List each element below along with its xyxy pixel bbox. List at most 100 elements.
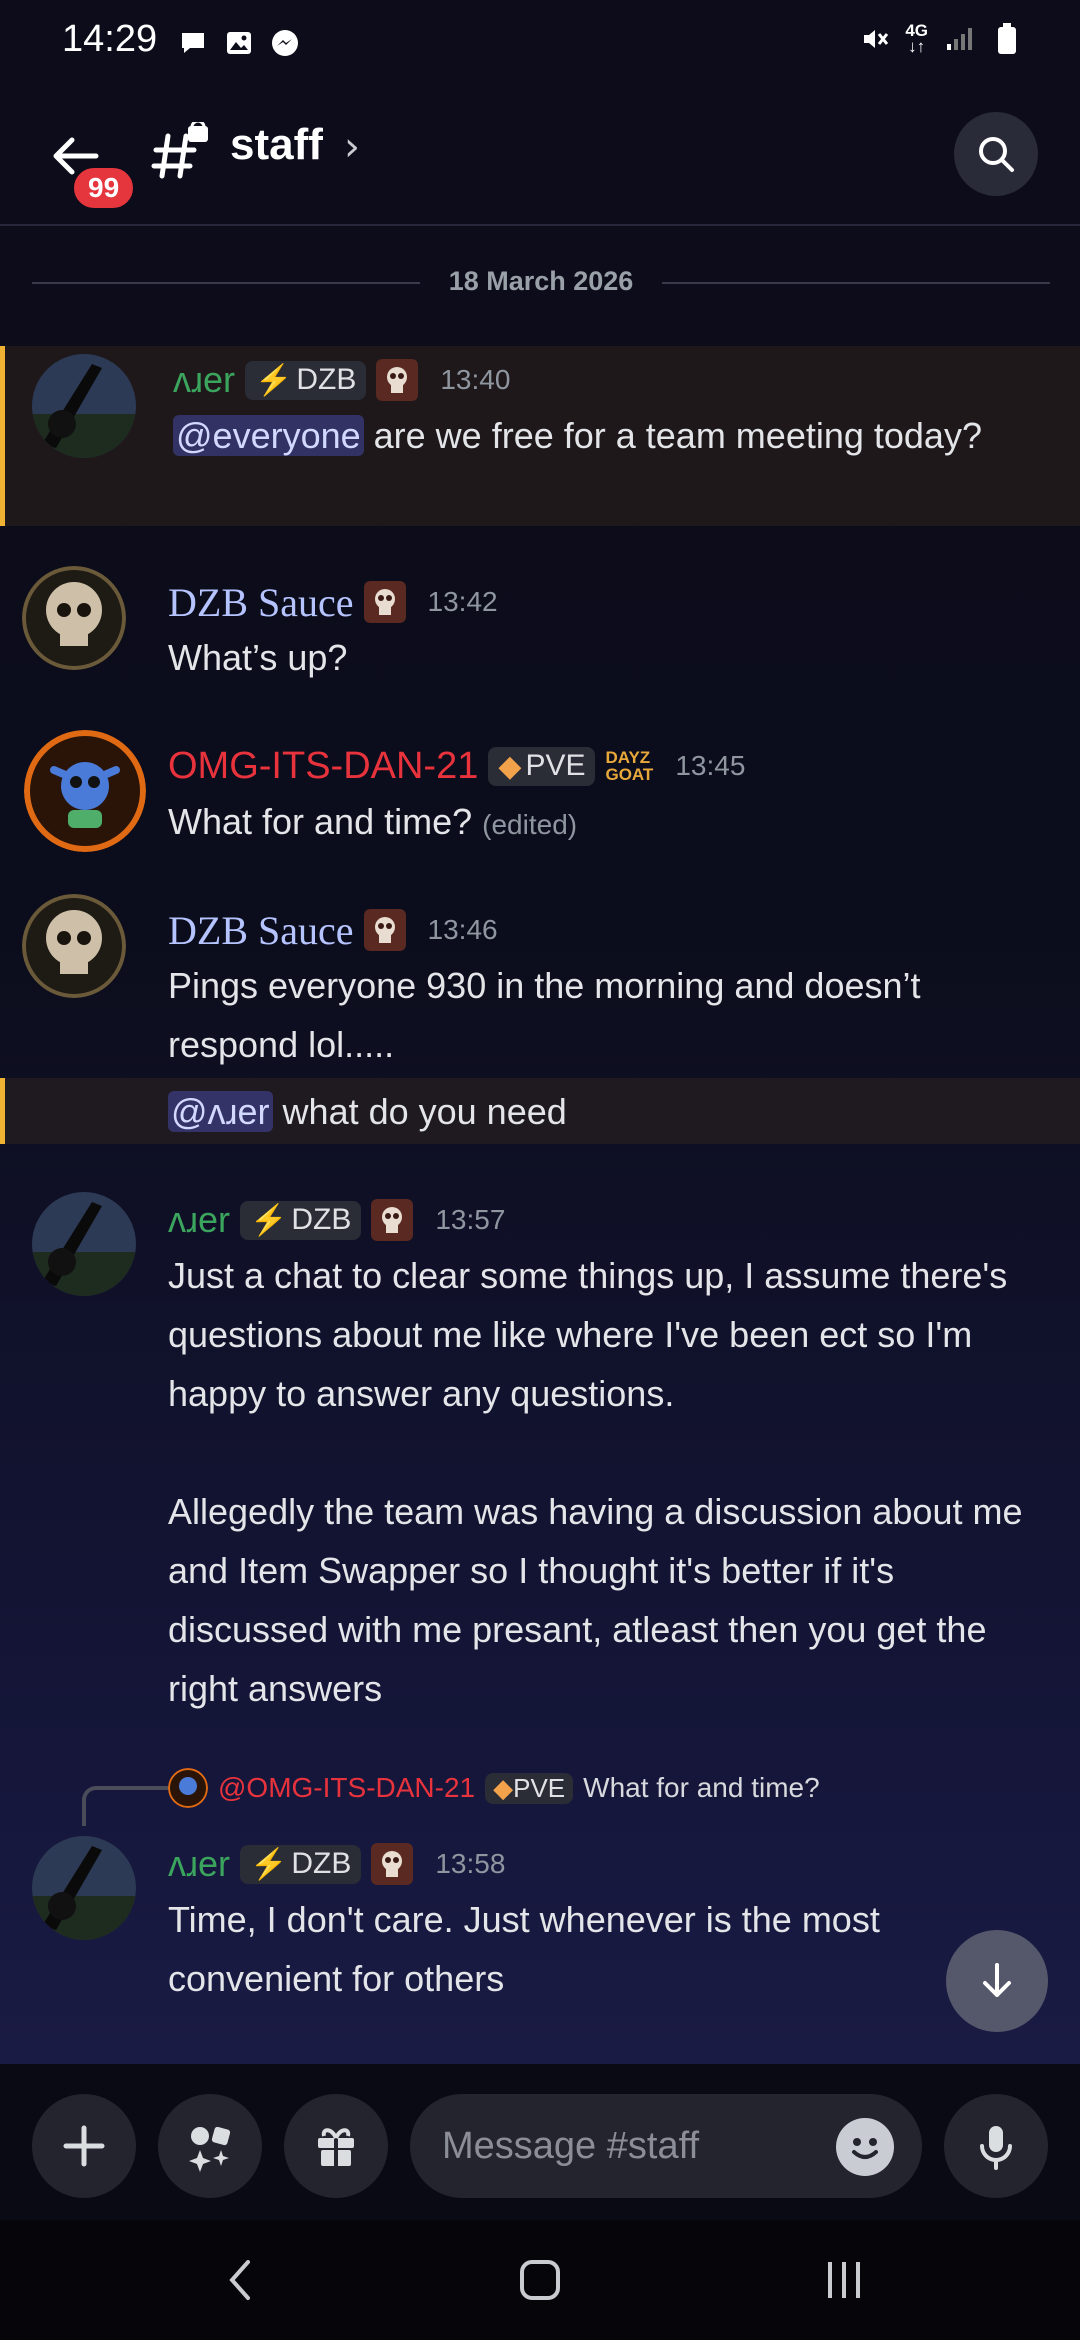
avatar[interactable] xyxy=(32,1192,136,1296)
skull-role-icon xyxy=(376,359,419,401)
chat-bubble-icon xyxy=(176,26,210,60)
status-time: 14:29 xyxy=(62,18,158,60)
notification-icons xyxy=(176,26,302,60)
messenger-icon xyxy=(268,26,302,60)
message-4[interactable]: DZB Sauce 13:46 Pings everyone 930 in th… xyxy=(0,888,1080,1078)
message-3[interactable]: OMG-ITS-DAN-21 ◆ PVE DAYZ GOAT 13:45 What … xyxy=(0,724,1080,854)
lightning-icon: ⚡ xyxy=(250,1203,288,1237)
username[interactable]: ʌɹer xyxy=(168,1199,230,1241)
username-row: ʌɹer ⚡ DZB 13:40 xyxy=(173,356,510,404)
skull-role-icon xyxy=(371,1843,414,1885)
username-row: OMG-ITS-DAN-21 ◆ PVE DAYZ GOAT 13:45 xyxy=(168,742,745,790)
skull-role-icon xyxy=(363,581,406,623)
message-body: @everyone are we free for a team meeting… xyxy=(173,406,1053,465)
arrow-down-icon xyxy=(983,1963,1011,1997)
username-row: ʌɹer ⚡ DZB 13:58 xyxy=(168,1840,505,1888)
message-1[interactable]: ʌɹer ⚡ DZB 13:40 @everyone are we free fo… xyxy=(0,346,1080,526)
locked-channel-icon xyxy=(150,119,212,184)
lightning-icon: ⚡ xyxy=(255,363,293,397)
reply-text[interactable]: What for and time? xyxy=(583,1772,820,1804)
mention[interactable]: @everyone xyxy=(173,415,364,456)
attach-button[interactable] xyxy=(32,2094,136,2198)
status-bar: 14:29 4G ↓↑ xyxy=(0,0,1080,84)
avatar[interactable] xyxy=(22,894,126,998)
username-row: DZB Sauce 13:42 xyxy=(168,578,498,626)
dayz-goat-role-icon: DAYZ GOAT xyxy=(605,748,654,784)
avatar[interactable] xyxy=(22,566,126,670)
message-body: Pings everyone 930 in the morning and do… xyxy=(168,965,921,1065)
server-tag[interactable]: ⚡ DZB xyxy=(240,1844,362,1884)
skull-role-icon xyxy=(363,909,406,951)
timestamp: 13:46 xyxy=(427,914,498,945)
apps-icon xyxy=(189,2126,231,2172)
username[interactable]: DZB Sauce xyxy=(168,907,354,954)
server-tag[interactable]: ◆ PVE xyxy=(488,746,596,786)
timestamp: 13:58 xyxy=(435,1848,506,1879)
timestamp: 13:57 xyxy=(435,1204,506,1235)
nav-back-button[interactable] xyxy=(200,2250,280,2310)
channel-name[interactable]: staff xyxy=(230,120,323,170)
timestamp: 13:42 xyxy=(427,586,498,617)
gift-icon xyxy=(318,2128,354,2166)
reply-username[interactable]: @OMG-ITS-DAN-21 xyxy=(218,1772,475,1804)
signal-icon xyxy=(942,22,976,56)
gift-button[interactable] xyxy=(284,2094,388,2198)
reply-preview[interactable]: @OMG-ITS-DAN-21 ◆PVE What for and time? xyxy=(168,1768,820,1808)
system-icons: 4G ↓↑ xyxy=(857,22,1024,56)
search-button[interactable] xyxy=(954,112,1038,196)
username-row: DZB Sauce 13:46 xyxy=(168,906,498,954)
network-indicator: 4G ↓↑ xyxy=(905,21,928,56)
avatar[interactable] xyxy=(24,730,146,852)
microphone-icon xyxy=(980,2126,1012,2170)
message-body: What for and time? (edited) xyxy=(168,801,578,842)
message-body: Time, I don't care. Just whenever is the… xyxy=(168,1899,880,1999)
avatar[interactable] xyxy=(32,1836,136,1940)
username[interactable]: ʌɹer xyxy=(173,359,235,401)
reply-avatar xyxy=(168,1768,208,1808)
nav-recents-button[interactable] xyxy=(804,2250,884,2310)
message-5[interactable]: ʌɹer ⚡ DZB 13:57 Just a chat to clear som… xyxy=(0,1186,1080,1716)
nav-home-button[interactable] xyxy=(500,2250,580,2310)
message-paragraph: Allegedly the team was having a discussi… xyxy=(168,1491,1023,1709)
server-tag[interactable]: ⚡ DZB xyxy=(245,360,367,400)
skull-role-icon xyxy=(371,1199,414,1241)
voice-message-button[interactable] xyxy=(944,2094,1048,2198)
message-composer xyxy=(0,2064,1080,2220)
mute-icon xyxy=(857,22,891,56)
unread-badge: 99 xyxy=(70,164,138,212)
username[interactable]: DZB Sauce xyxy=(168,579,354,626)
search-icon xyxy=(979,137,1014,172)
date-divider: 18 March 2026 xyxy=(32,262,1050,302)
emoji-button[interactable] xyxy=(836,2118,894,2176)
system-nav-bar xyxy=(0,2220,1080,2340)
edited-label: (edited) xyxy=(482,809,578,840)
username[interactable]: OMG-ITS-DAN-21 xyxy=(168,745,478,788)
message-body: Just a chat to clear some things up, I a… xyxy=(168,1246,1048,1718)
jump-to-latest-button[interactable] xyxy=(946,1930,1048,2032)
mention[interactable]: @ʌɹer xyxy=(168,1091,273,1132)
message-body: What’s up? xyxy=(168,637,348,678)
chevron-right-icon[interactable]: › xyxy=(344,124,360,170)
smiley-icon xyxy=(852,2138,878,2159)
home-icon xyxy=(520,2260,560,2300)
plus-icon xyxy=(63,2125,105,2167)
date-divider-text: 18 March 2026 xyxy=(426,266,656,296)
message-paragraph: Just a chat to clear some things up, I a… xyxy=(168,1255,1008,1414)
apps-button[interactable] xyxy=(158,2094,262,2198)
battery-icon xyxy=(990,22,1024,56)
timestamp: 13:45 xyxy=(675,750,746,781)
avatar[interactable] xyxy=(32,354,136,458)
leaf-icon: ◆ xyxy=(498,749,522,783)
reply-server-tag: ◆PVE xyxy=(485,1772,574,1804)
message-6[interactable]: ʌɹer ⚡ DZB 13:58 Time, I don't care. Just… xyxy=(0,1830,1080,2010)
username[interactable]: ʌɹer xyxy=(168,1843,230,1885)
lightning-icon: ⚡ xyxy=(250,1847,288,1881)
timestamp: 13:40 xyxy=(440,364,511,395)
image-icon xyxy=(222,26,256,60)
reply-connector xyxy=(82,1786,172,1826)
message-4-followup[interactable]: @ʌɹer what do you need xyxy=(0,1078,1080,1144)
message-2[interactable]: DZB Sauce 13:42 What’s up? xyxy=(0,560,1080,690)
server-tag[interactable]: ⚡ DZB xyxy=(240,1200,362,1240)
username-row: ʌɹer ⚡ DZB 13:57 xyxy=(168,1196,505,1244)
channel-header: 99 staff › xyxy=(0,84,1080,226)
